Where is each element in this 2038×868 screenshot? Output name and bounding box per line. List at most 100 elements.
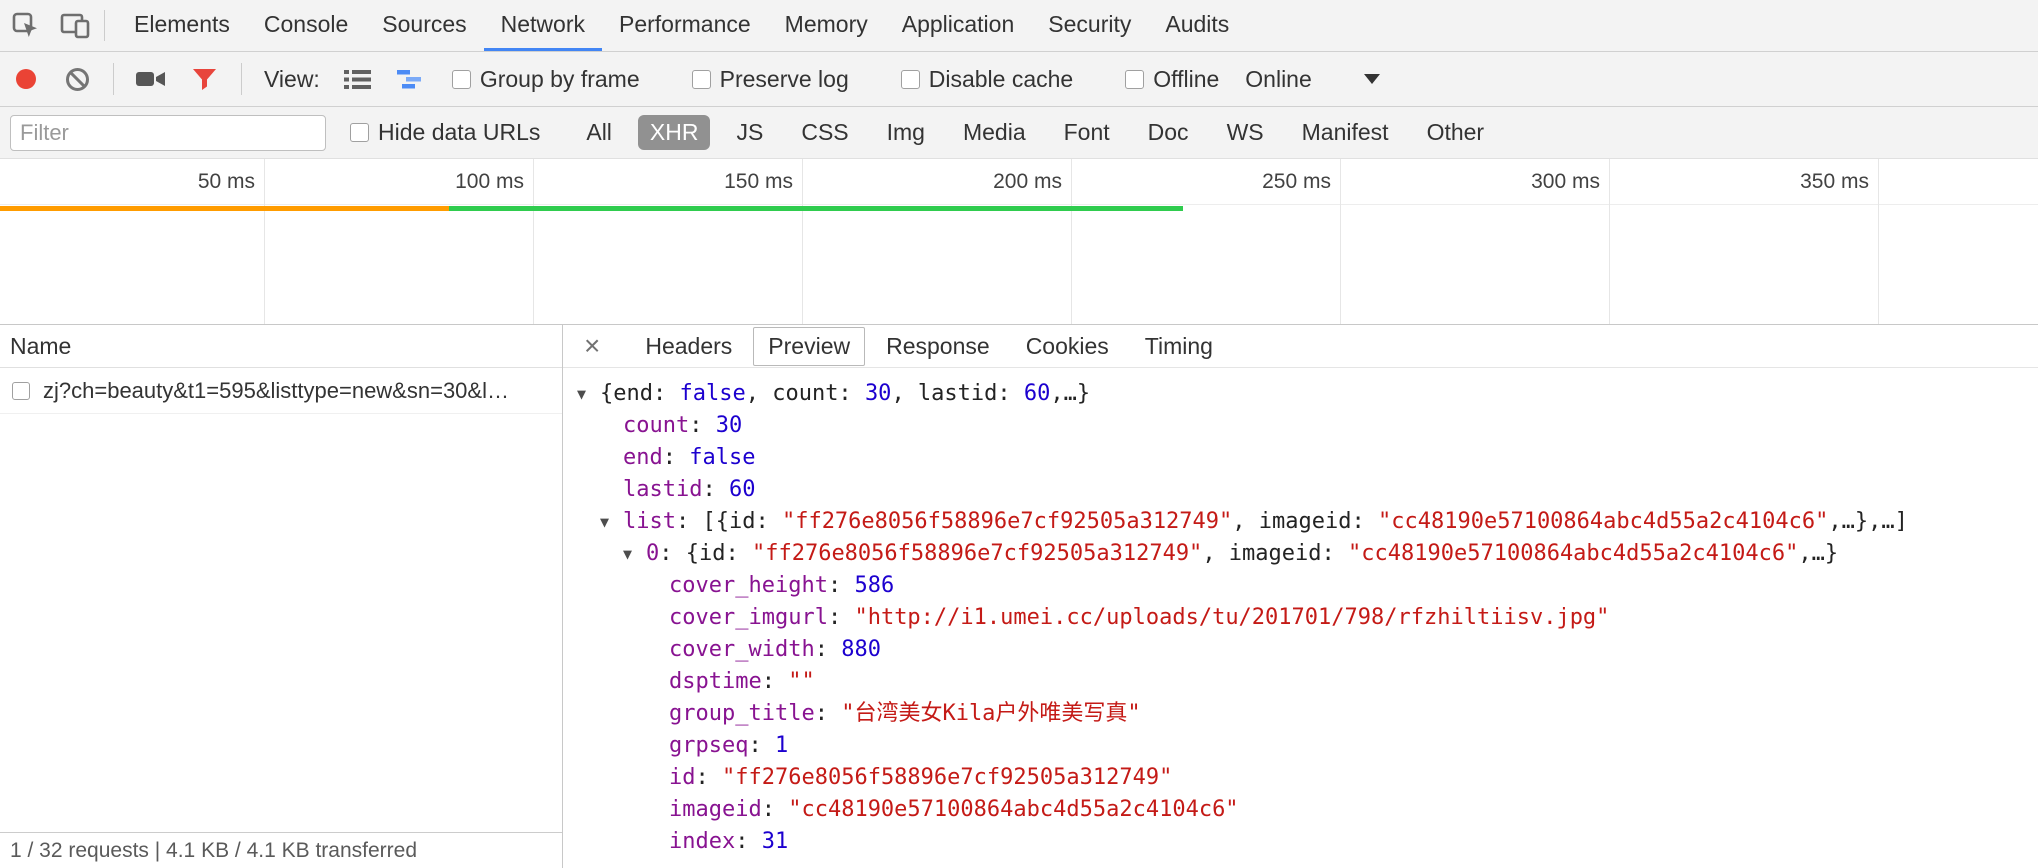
tree-token: : <box>735 826 762 858</box>
tree-token: : <box>663 442 690 474</box>
request-checkbox[interactable] <box>12 382 30 400</box>
tree-token: : <box>828 570 855 602</box>
checkbox-box <box>1125 70 1144 89</box>
tree-token: : <box>748 730 775 762</box>
detail-tab-headers[interactable]: Headers <box>630 327 747 366</box>
capture-screenshots-icon[interactable] <box>136 68 166 90</box>
filter-type-font[interactable]: Font <box>1052 115 1122 150</box>
expander-icon[interactable]: ▼ <box>577 378 600 410</box>
waterfall-bar-orange <box>0 206 449 211</box>
timeline-tick-label: 350 ms <box>1800 159 1878 204</box>
tree-row[interactable]: ▼0: {id: "ff276e8056f58896e7cf92505a3127… <box>563 538 2038 570</box>
close-icon[interactable]: × <box>571 332 613 360</box>
expander-icon[interactable]: ▼ <box>623 538 646 570</box>
tree-token: 60 <box>729 474 756 506</box>
timeline-tick-label: 200 ms <box>993 159 1071 204</box>
tab-performance[interactable]: Performance <box>602 0 768 51</box>
timeline-gridline <box>1071 159 1072 324</box>
tree-token: grpseq <box>669 730 748 762</box>
timeline-gridline <box>802 159 803 324</box>
tree-token: index <box>669 826 735 858</box>
checkbox-box <box>692 70 711 89</box>
waterfall-bar-green <box>449 206 1183 211</box>
tree-token: : {id: <box>659 538 752 570</box>
tab-memory[interactable]: Memory <box>768 0 885 51</box>
timeline-gridline <box>1878 159 1879 324</box>
filter-type-media[interactable]: Media <box>951 115 1038 150</box>
checkbox-box <box>452 70 471 89</box>
tab-network[interactable]: Network <box>484 0 602 51</box>
checkbox-box <box>350 123 369 142</box>
detail-tab-preview[interactable]: Preview <box>753 327 865 366</box>
expander-icon[interactable]: ▼ <box>600 506 623 538</box>
tab-audits[interactable]: Audits <box>1148 0 1246 51</box>
ruler-divider <box>0 204 2038 205</box>
tree-row: group_title: "台湾美女Kila户外唯美写真" <box>563 698 2038 730</box>
filter-type-img[interactable]: Img <box>875 115 937 150</box>
tree-token: "台湾美女Kila户外唯美写真" <box>841 698 1140 730</box>
detail-tab-response[interactable]: Response <box>871 327 1005 366</box>
tab-security[interactable]: Security <box>1031 0 1148 51</box>
detail-tab-timing[interactable]: Timing <box>1130 327 1228 366</box>
filter-type-other[interactable]: Other <box>1415 115 1497 150</box>
tab-sources[interactable]: Sources <box>365 0 483 51</box>
timeline-tick-label: 150 ms <box>724 159 802 204</box>
checkbox-hide-data-urls[interactable]: Hide data URLs <box>350 119 540 146</box>
tree-token: "cc48190e57100864abc4d55a2c4104c6" <box>1378 506 1828 538</box>
checkbox-group-by-frame[interactable]: Group by frame <box>452 66 640 93</box>
checkbox-preserve-log[interactable]: Preserve log <box>692 66 849 93</box>
filter-type-doc[interactable]: Doc <box>1136 115 1201 150</box>
network-overview[interactable]: 50 ms100 ms150 ms200 ms250 ms300 ms350 m… <box>0 159 2038 325</box>
tab-elements[interactable]: Elements <box>117 0 247 51</box>
inspect-element-icon[interactable] <box>0 0 50 51</box>
tree-token: cover_width <box>669 634 815 666</box>
tree-token: "" <box>788 666 815 698</box>
timeline-gridline <box>264 159 265 324</box>
record-button[interactable] <box>16 69 36 89</box>
tree-token: : <box>828 602 855 634</box>
tree-row: cover_imgurl: "http://i1.umei.cc/uploads… <box>563 602 2038 634</box>
tree-token: 0 <box>646 538 659 570</box>
checkbox-offline[interactable]: Offline <box>1125 66 1219 93</box>
tree-token: imageid <box>669 794 762 826</box>
view-label: View: <box>264 66 320 93</box>
filter-funnel-icon[interactable] <box>192 68 217 91</box>
tree-token: false <box>689 442 755 474</box>
show-overview-icon[interactable] <box>397 69 424 90</box>
filter-input[interactable] <box>10 115 326 151</box>
name-column-header[interactable]: Name <box>0 325 562 368</box>
tree-row: grpseq: 1 <box>563 730 2038 762</box>
tree-row: index: 31 <box>563 826 2038 858</box>
timeline-tick-label: 100 ms <box>455 159 533 204</box>
tree-token: : <box>815 698 842 730</box>
filter-type-css[interactable]: CSS <box>789 115 860 150</box>
throttling-select[interactable]: Online <box>1245 66 1379 93</box>
small-request-rows-icon[interactable] <box>344 69 371 90</box>
filter-type-xhr[interactable]: XHR <box>638 115 711 150</box>
clear-button[interactable] <box>66 68 89 91</box>
tree-row[interactable]: ▼list: [{id: "ff276e8056f58896e7cf92505a… <box>563 506 2038 538</box>
tree-token: "ff276e8056f58896e7cf92505a312749" <box>722 762 1172 794</box>
detail-tab-cookies[interactable]: Cookies <box>1011 327 1124 366</box>
timeline-tick-label: 50 ms <box>198 159 264 204</box>
tab-console[interactable]: Console <box>247 0 365 51</box>
tree-token: end <box>623 442 663 474</box>
tree-token: cover_height <box>669 570 828 602</box>
filter-type-ws[interactable]: WS <box>1215 115 1276 150</box>
camera-glyph <box>136 68 166 90</box>
tree-token: list <box>623 506 676 538</box>
request-row[interactable]: zj?ch=beauty&t1=595&listtype=new&sn=30&l… <box>0 368 562 414</box>
tree-token: {end: <box>600 378 679 410</box>
filter-type-js[interactable]: JS <box>724 115 775 150</box>
chevron-down-icon <box>1364 74 1380 84</box>
checkbox-label: Disable cache <box>929 66 1073 93</box>
filter-type-manifest[interactable]: Manifest <box>1290 115 1401 150</box>
checkbox-disable-cache[interactable]: Disable cache <box>901 66 1073 93</box>
tree-token: lastid <box>623 474 702 506</box>
tree-row[interactable]: ▼{end: false, count: 30, lastid: 60,…} <box>563 378 2038 410</box>
filter-type-all[interactable]: All <box>574 115 624 150</box>
device-toolbar-icon[interactable] <box>50 0 100 51</box>
tab-application[interactable]: Application <box>885 0 1032 51</box>
tree-token: , count: <box>746 378 865 410</box>
tree-token: , imageid: <box>1202 538 1348 570</box>
